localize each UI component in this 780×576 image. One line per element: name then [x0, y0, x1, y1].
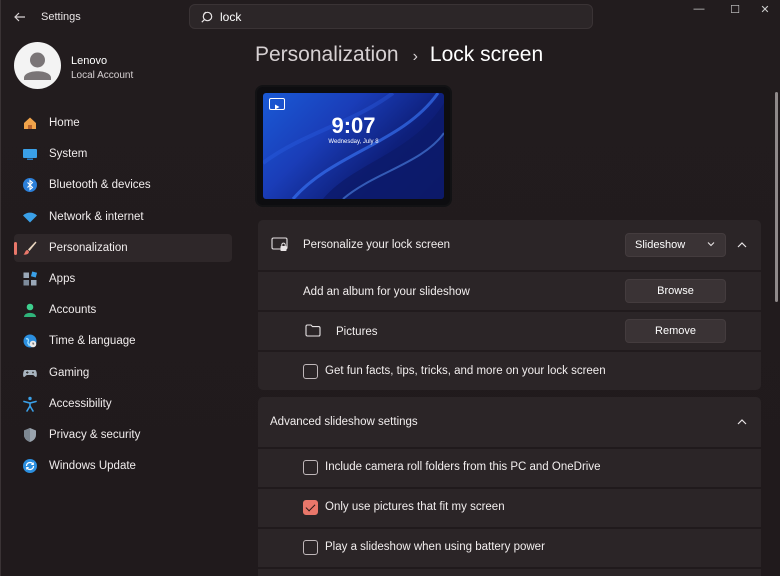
sidebar-item-label: Gaming — [49, 366, 90, 379]
profile-name: Lenovo — [71, 55, 108, 67]
sidebar-item-bluetooth[interactable]: Bluetooth & devices — [14, 171, 232, 199]
personalize-label: Personalize your lock screen — [303, 239, 451, 251]
sidebar-item-accounts[interactable]: Accounts — [14, 296, 232, 324]
accessibility-icon — [22, 396, 38, 412]
apps-icon — [22, 271, 38, 287]
back-button[interactable] — [9, 7, 31, 27]
bluetooth-icon — [22, 177, 38, 193]
personalize-lock-screen-row[interactable]: Personalize your lock screen Slideshow — [258, 220, 761, 270]
chevron-up-icon[interactable] — [735, 415, 749, 429]
browse-button[interactable]: Browse — [625, 279, 726, 303]
page-title: Lock screen — [429, 43, 544, 66]
user-icon — [24, 52, 51, 80]
sidebar-item-label: Privacy & security — [49, 428, 141, 441]
sidebar-item-label: Apps — [49, 272, 76, 285]
system-icon — [22, 146, 38, 162]
sidebar-item-network[interactable]: Network & internet — [14, 203, 232, 231]
scrollbar[interactable] — [775, 92, 778, 302]
user-profile[interactable]: Lenovo Local Account — [14, 42, 234, 90]
home-icon — [22, 115, 38, 131]
search-box[interactable] — [189, 4, 593, 29]
minimize-button[interactable]: — — [681, 0, 717, 18]
avatar — [14, 42, 61, 89]
preview-wallpaper: 9:07 Wednesday, July 8 — [263, 93, 444, 199]
fun-facts-label: Get fun facts, tips, tricks, and more on… — [325, 365, 606, 377]
battery-slideshow-checkbox[interactable] — [303, 540, 318, 555]
close-button[interactable]: ✕ — [747, 0, 780, 18]
back-arrow-icon — [14, 12, 25, 22]
sidebar-item-label: System — [49, 148, 88, 161]
sidebar-item-time-language[interactable]: Time & language — [14, 327, 232, 355]
battery-slideshow-label: Play a slideshow when using battery powe… — [325, 541, 545, 553]
advanced-option-row-partial — [258, 569, 761, 576]
sidebar-item-label: Time & language — [49, 335, 136, 348]
shield-icon — [22, 427, 38, 443]
minimize-icon: — — [693, 3, 705, 15]
network-icon — [22, 209, 38, 225]
sidebar-item-label: Windows Update — [49, 460, 136, 473]
brush-icon — [22, 240, 38, 256]
search-icon — [201, 11, 213, 23]
preview-time: 9:07 — [331, 113, 376, 138]
advanced-option-row: Only use pictures that fit my screen — [258, 489, 761, 527]
sidebar-item-apps[interactable]: Apps — [14, 265, 232, 293]
update-icon — [22, 458, 38, 474]
wallpaper-swirl — [263, 93, 444, 199]
search-input[interactable] — [220, 8, 580, 26]
advanced-title: Advanced slideshow settings — [270, 416, 418, 428]
fun-facts-checkbox[interactable] — [303, 364, 318, 379]
pictures-folder-row: Pictures Remove — [258, 312, 761, 350]
advanced-option-row: Include camera roll folders from this PC… — [258, 449, 761, 487]
accounts-icon — [22, 302, 38, 318]
fun-facts-row: Get fun facts, tips, tricks, and more on… — [258, 352, 761, 390]
sidebar-item-label: Network & internet — [49, 210, 144, 223]
close-icon: ✕ — [760, 3, 770, 16]
sidebar-item-label: Accounts — [49, 304, 97, 317]
sidebar-item-label: Personalization — [49, 241, 128, 254]
personalize-dropdown[interactable]: Slideshow — [625, 233, 726, 257]
sidebar-item-personalization[interactable]: Personalization — [14, 233, 232, 262]
camera-roll-checkbox[interactable] — [303, 460, 318, 475]
folder-icon — [305, 324, 321, 337]
lock-screen-preview: 9:07 Wednesday, July 8 — [255, 85, 452, 207]
add-album-label: Add an album for your slideshow — [303, 286, 470, 298]
app-title: Settings — [41, 11, 81, 23]
sidebar-item-label: Accessibility — [49, 397, 112, 410]
sidebar-item-accessibility[interactable]: Accessibility — [14, 390, 232, 418]
lock-screen-icon — [271, 237, 288, 251]
sidebar-item-privacy-security[interactable]: Privacy & security — [14, 421, 232, 449]
chevron-down-icon — [707, 242, 715, 247]
add-album-row: Add an album for your slideshow Browse — [258, 272, 761, 310]
preview-date: Wednesday, July 8 — [328, 139, 379, 145]
globe-icon — [22, 333, 38, 349]
chevron-up-icon[interactable] — [735, 238, 749, 252]
camera-roll-label: Include camera roll folders from this PC… — [325, 461, 601, 473]
slideshow-icon — [269, 98, 285, 110]
folder-label: Pictures — [336, 326, 378, 338]
sidebar-item-system[interactable]: System — [14, 140, 232, 168]
breadcrumb: Personalization › Lock screen — [255, 43, 543, 73]
maximize-icon: ☐ — [730, 3, 740, 16]
sidebar-item-label: Home — [49, 117, 80, 129]
fit-screen-checkbox[interactable] — [303, 500, 318, 515]
sidebar-item-label: Bluetooth & devices — [49, 179, 151, 192]
breadcrumb-separator: › — [412, 48, 418, 65]
sidebar-item-gaming[interactable]: Gaming — [14, 359, 232, 387]
remove-button[interactable]: Remove — [625, 319, 726, 343]
gamepad-icon — [22, 365, 38, 381]
dropdown-value: Slideshow — [635, 239, 686, 251]
profile-account-type: Local Account — [71, 70, 134, 81]
advanced-slideshow-header[interactable]: Advanced slideshow settings — [258, 397, 761, 447]
advanced-option-row: Play a slideshow when using battery powe… — [258, 529, 761, 567]
sidebar-item-home[interactable]: Home — [14, 109, 232, 137]
sidebar-nav: Home System Bluetooth & devices Network … — [14, 109, 232, 483]
title-bar: Settings — ☐ ✕ — [1, 0, 780, 34]
settings-window: Settings — ☐ ✕ Lenovo Local Accoun — [0, 0, 780, 576]
sidebar-item-windows-update[interactable]: Windows Update — [14, 452, 232, 480]
fit-screen-label: Only use pictures that fit my screen — [325, 501, 505, 513]
breadcrumb-parent[interactable]: Personalization — [255, 43, 399, 67]
